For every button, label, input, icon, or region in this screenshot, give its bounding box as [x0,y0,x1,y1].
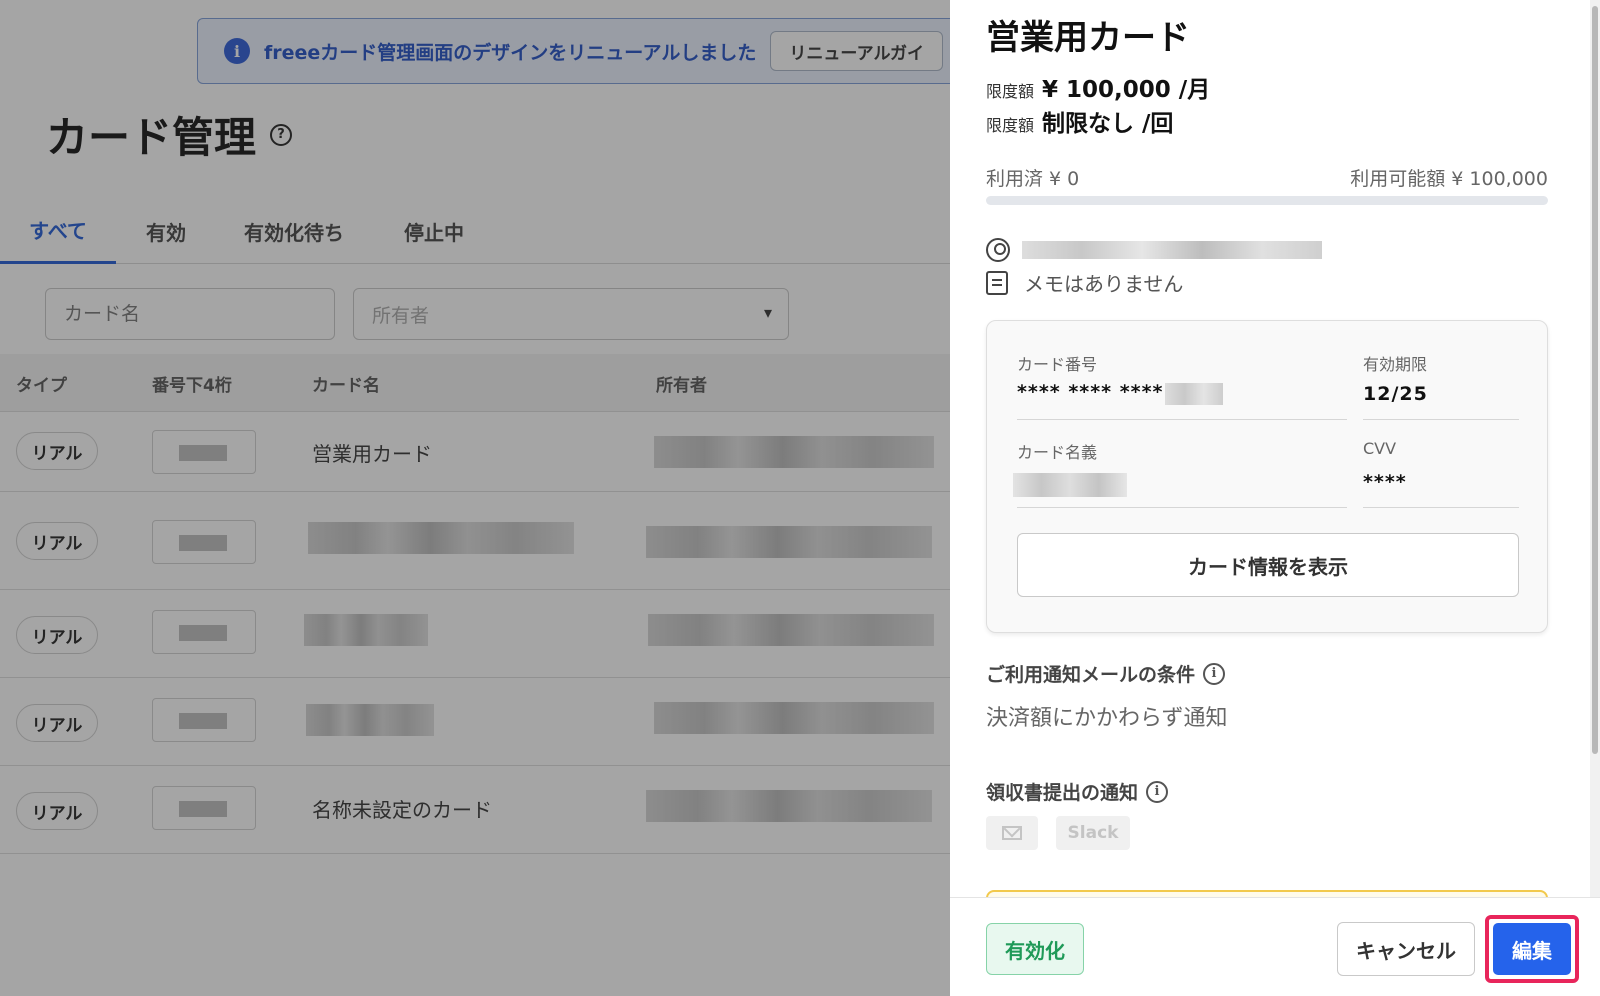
panel-title: 営業用カード [986,18,1190,58]
scrollbar-thumb[interactable] [1592,6,1598,754]
memo-row: メモはありません [986,268,1183,297]
receipt-notify-heading: 領収書提出の通知 i [986,778,1169,805]
cancel-button[interactable]: キャンセル [1337,922,1475,976]
monthly-limit-value: ¥ 100,000 /月 [1042,77,1211,103]
show-card-info-button[interactable]: カード情報を表示 [1017,533,1519,597]
card-last4-redacted [1165,383,1223,405]
panel-footer: 有効化 キャンセル 編集 [950,897,1600,996]
receipt-notify-title: 領収書提出の通知 [986,782,1139,804]
panel-content: 営業用カード 限度額 ¥ 100,000 /月 限度額 制限なし /回 利用済 … [950,0,1600,897]
divider [1017,419,1347,420]
card-number-value: **** **** **** [1017,381,1164,403]
per-use-limit-value: 制限なし /回 [1042,111,1174,137]
usage-mail-condition-title: ご利用通知メールの条件 [986,664,1196,686]
monthly-limit-label: 限度額 [986,82,1035,101]
expiry-label: 有効期限 [1363,355,1428,374]
per-use-limit: 限度額 制限なし /回 [986,104,1173,138]
monthly-limit: 限度額 ¥ 100,000 /月 [986,70,1210,104]
panel-scrollbar[interactable] [1590,0,1600,897]
card-info-box: カード番号 **** **** **** 有効期限 12/25 カード名義 CV… [986,320,1548,633]
memo-text: メモはありません [1024,272,1184,296]
edit-button[interactable]: 編集 [1493,923,1571,975]
activate-button[interactable]: 有効化 [986,923,1084,975]
info-icon[interactable]: i [1203,662,1226,685]
mail-icon [1002,826,1022,840]
info-icon[interactable]: i [1146,780,1169,803]
cvv-value: **** [1363,471,1407,493]
divider [1363,419,1519,420]
owner-redacted [1022,241,1322,259]
expiry-value: 12/25 [1363,383,1428,405]
available-amount: 利用可能額 ¥ 100,000 [1350,168,1548,190]
per-use-limit-label: 限度額 [986,116,1035,135]
slack-notify-option[interactable]: Slack [1056,816,1130,850]
used-amount: 利用済 ¥ 0 [986,168,1080,190]
usage-summary: 利用済 ¥ 0 利用可能額 ¥ 100,000 [986,164,1548,191]
card-number-label: カード番号 [1017,355,1098,374]
memo-icon [986,270,1008,295]
warning-box-edge [986,890,1548,897]
usage-mail-condition-heading: ご利用通知メールの条件 i [986,660,1226,687]
owner-row [986,238,1322,262]
usage-progress-bar [986,196,1548,205]
divider [1363,507,1519,508]
modal-backdrop[interactable] [0,0,950,996]
mail-notify-option[interactable] [986,816,1038,850]
card-holder-redacted [1013,473,1127,497]
card-detail-panel: 営業用カード 限度額 ¥ 100,000 /月 限度額 制限なし /回 利用済 … [950,0,1600,996]
divider [1017,507,1347,508]
user-icon [986,238,1010,262]
usage-mail-condition-value: 決済額にかかわらず通知 [986,706,1228,731]
cvv-label: CVV [1363,439,1397,458]
card-holder-label: カード名義 [1017,443,1098,462]
